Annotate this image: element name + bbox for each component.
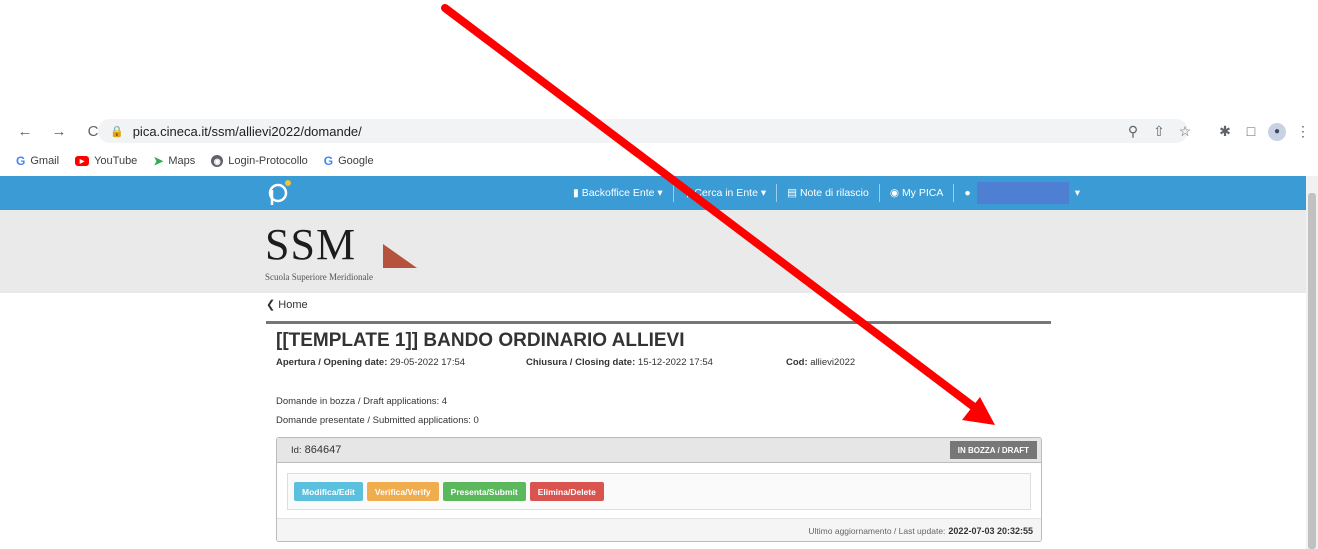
application-panel: Id: 864647 IN BOZZA / DRAFT Modifica/Edi…	[276, 437, 1042, 542]
opening-date-value: 29-05-2022 17:54	[390, 357, 466, 368]
bando-code-value: allievi2022	[810, 357, 856, 368]
application-id: Id: 864647	[291, 444, 341, 456]
bookmark-label: Maps	[168, 155, 196, 167]
google-icon: G	[323, 154, 334, 168]
closing-date-value: 15-12-2022 17:54	[637, 357, 713, 368]
application-actions: Modifica/Edit Verifica/Verify Presenta/S…	[287, 473, 1031, 510]
chevron-left-icon: ❮	[266, 299, 279, 311]
maps-icon: ➤	[153, 154, 164, 168]
extensions-icon[interactable]: ✱	[1212, 123, 1238, 140]
chart-icon: ▮	[573, 187, 582, 199]
verify-button[interactable]: Verifica/Verify	[366, 482, 439, 501]
page-title: [[TEMPLATE 1]] BANDO ORDINARIO ALLIEVI	[276, 330, 685, 351]
ssm-logo[interactable]: SSM Scuola Superiore Meridionale	[265, 220, 417, 282]
nav-cerca-label: Cerca in Ente	[694, 187, 758, 199]
bookmark-maps[interactable]: ➤ Maps	[153, 154, 195, 168]
scrollbar-thumb[interactable]	[1308, 193, 1316, 549]
caret-down-icon: ▾	[654, 187, 663, 199]
navbar-menu: ▮ Backoffice Ente ▾ ⚲ Cerca in Ente ▾ ▤ …	[563, 176, 1090, 210]
application-id-label: Id:	[291, 445, 302, 456]
nav-cerca[interactable]: ⚲ Cerca in Ente ▾	[674, 184, 778, 202]
caret-down-icon: ▾	[757, 187, 767, 199]
last-update-value: 2022-07-03 20:32:55	[948, 525, 1033, 536]
opening-date-label: Apertura / Opening date:	[276, 357, 388, 368]
zoom-icon[interactable]: ⚲	[1120, 123, 1146, 140]
nav-note[interactable]: ▤ Note di rilascio	[777, 184, 880, 202]
bookmark-gmail[interactable]: G Gmail	[16, 154, 59, 168]
submitted-count: Domande presentate / Submitted applicati…	[276, 415, 479, 426]
profile-icon[interactable]: ●	[1264, 121, 1290, 141]
bookmark-label: YouTube	[94, 155, 138, 167]
user-icon: ●	[964, 187, 971, 199]
back-icon[interactable]: ←	[16, 123, 34, 140]
browser-toolbar: ← → C 🔒 pica.cineca.it/ssm/allievi2022/d…	[0, 116, 1318, 146]
pica-logo-icon[interactable]	[266, 178, 294, 206]
nav-mypica[interactable]: ◉ My PICA	[880, 184, 955, 202]
nav-note-label: Note di rilascio	[799, 187, 869, 199]
browser-actions: ✱ □ ● ⋮	[1212, 116, 1316, 146]
lock-icon: 🔒	[110, 125, 124, 138]
application-header: Id: 864647 IN BOZZA / DRAFT	[277, 438, 1041, 463]
nav-backoffice[interactable]: ▮ Backoffice Ente ▾	[563, 184, 674, 202]
gmail-icon: G	[16, 154, 26, 168]
bookmark-youtube[interactable]: ▶ YouTube	[75, 155, 137, 167]
edit-button[interactable]: Modifica/Edit	[294, 482, 363, 501]
globe-icon: ◉	[211, 155, 224, 167]
star-icon[interactable]: ☆	[1172, 123, 1198, 140]
address-bar[interactable]: 🔒 pica.cineca.it/ssm/allievi2022/domande…	[98, 119, 1188, 143]
bookmark-login-protocollo[interactable]: ◉ Login-Protocollo	[211, 155, 308, 167]
nav-mypica-label: My PICA	[901, 187, 944, 199]
draft-count: Domande in bozza / Draft applications: 4	[276, 396, 448, 407]
youtube-icon: ▶	[75, 156, 90, 166]
caret-down-icon: ▾	[1074, 187, 1080, 199]
search-icon: ⚲	[683, 187, 695, 199]
title-divider	[266, 321, 1051, 324]
menu-icon[interactable]: ⋮	[1290, 123, 1316, 140]
bookmark-label: Google	[338, 155, 374, 167]
last-update: Ultimo aggiornamento / Last update: 2022…	[277, 518, 1041, 541]
submit-button[interactable]: Presenta/Submit	[442, 482, 526, 501]
bookmark-google[interactable]: G Google	[324, 154, 374, 168]
nav-user[interactable]: ● ▾	[954, 182, 1090, 204]
omnibox-actions: ⚲ ⇧ ☆	[1120, 116, 1198, 146]
home-link-label: Home	[278, 299, 308, 311]
delete-button[interactable]: Elimina/Delete	[529, 482, 604, 501]
home-link[interactable]: ❮ Home	[266, 298, 308, 311]
bando-code: Cod: allievi2022	[786, 357, 855, 368]
closing-date-label: Chiusura / Closing date:	[526, 357, 636, 368]
annotation-arrow-head	[962, 397, 995, 425]
nav-backoffice-label: Backoffice Ente	[581, 187, 655, 199]
ssm-triangle-icon	[383, 244, 417, 268]
sidebar-icon[interactable]: □	[1238, 123, 1264, 139]
closing-date: Chiusura / Closing date: 15-12-2022 17:5…	[526, 357, 713, 368]
bookmark-label: Login-Protocollo	[228, 155, 308, 167]
ssm-logo-text: SSM	[265, 220, 357, 269]
app-navbar: ▮ Backoffice Ente ▾ ⚲ Cerca in Ente ▾ ▤ …	[0, 176, 1306, 210]
circle-icon: ◉	[889, 187, 902, 199]
bookmarks-bar: G Gmail ▶ YouTube ➤ Maps ◉ Login-Protoco…	[0, 151, 390, 171]
bando-code-label: Cod:	[786, 357, 808, 368]
bookmark-label: Gmail	[30, 155, 60, 167]
redacted-username	[976, 182, 1069, 204]
url-text: pica.cineca.it/ssm/allievi2022/domande/	[132, 123, 362, 139]
ssm-logo-subtitle: Scuola Superiore Meridionale	[265, 272, 373, 282]
status-badge: IN BOZZA / DRAFT	[949, 441, 1037, 459]
application-id-value: 864647	[304, 444, 342, 456]
site-header: SSM Scuola Superiore Meridionale	[0, 210, 1306, 293]
list-icon: ▤	[787, 187, 800, 199]
share-icon[interactable]: ⇧	[1146, 123, 1172, 140]
last-update-label: Ultimo aggiornamento / Last update:	[808, 525, 946, 536]
forward-icon[interactable]: →	[50, 123, 68, 140]
opening-date: Apertura / Opening date: 29-05-2022 17:5…	[276, 357, 465, 368]
